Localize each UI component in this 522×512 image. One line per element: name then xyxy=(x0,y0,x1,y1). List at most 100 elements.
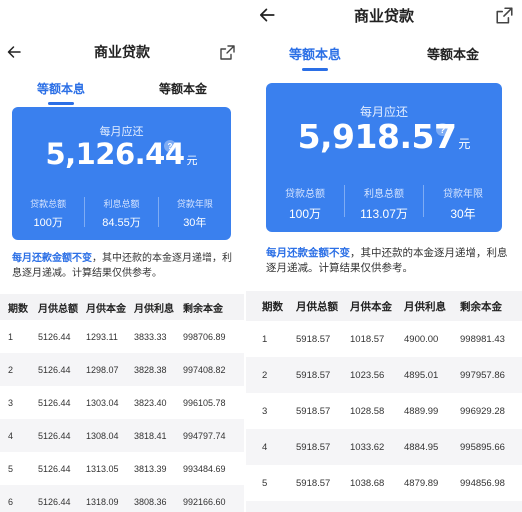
help-icon[interactable]: ? xyxy=(436,123,449,136)
right-screen: 商业贷款 等额本息 等额本金 每月应还 5,918.57 元 ? 贷款总额 10… xyxy=(246,0,522,512)
table-cell: 998706.89 xyxy=(183,331,226,342)
table-cell: 992166.60 xyxy=(183,496,226,507)
table-cell: 4884.95 xyxy=(404,441,439,453)
table-cell: 1308.04 xyxy=(86,430,119,441)
table-cell: 4879.89 xyxy=(404,477,439,489)
stat-label: 贷款年限 xyxy=(443,189,483,200)
back-button[interactable] xyxy=(6,44,22,60)
tab-equal-installment[interactable]: 等额本息 xyxy=(0,80,122,97)
table-cell: 5918.57 xyxy=(296,405,331,417)
table-row: 1 5918.57 1018.57 4900.00 998981.43 xyxy=(246,321,522,357)
monthly-payment-row: 5,126.44 元 xyxy=(12,137,231,171)
arrow-left-icon xyxy=(259,8,275,22)
table-cell: 3 xyxy=(262,405,268,417)
header-cell: 月供总额 xyxy=(296,300,338,313)
share-button[interactable] xyxy=(495,6,514,25)
header-cell: 期数 xyxy=(262,300,283,313)
help-icon[interactable]: ? xyxy=(164,140,176,152)
stat-label: 利息总额 xyxy=(103,199,140,209)
stat-label: 贷款年限 xyxy=(176,199,213,209)
table-cell: 3828.38 xyxy=(134,364,167,375)
table-cell: 3 xyxy=(8,397,14,408)
table-cell: 5 xyxy=(262,477,268,489)
header-cell: 月供利息 xyxy=(134,303,174,315)
table-cell: 1038.68 xyxy=(350,477,385,489)
tab-equal-principal[interactable]: 等额本金 xyxy=(122,80,244,97)
table-cell: 1303.04 xyxy=(86,397,119,408)
loan-stats: 贷款总额 100万 利息总额 113.07万 贷款年限 30年 xyxy=(266,185,502,221)
stat-value: 100万 xyxy=(33,217,63,229)
currency-unit: 元 xyxy=(186,155,198,167)
table-cell: 4900.00 xyxy=(404,333,439,345)
loan-stats: 贷款总额 100万 利息总额 84.55万 贷款年限 30年 xyxy=(12,197,231,229)
table-cell: 3833.33 xyxy=(134,331,167,342)
external-link-icon xyxy=(496,6,513,24)
back-button[interactable] xyxy=(258,6,276,24)
table-cell: 4889.99 xyxy=(404,405,439,417)
stat-value: 100万 xyxy=(288,207,322,221)
table-row-partial xyxy=(246,501,522,512)
table-cell: 5126.44 xyxy=(38,430,71,441)
table-cell: 3813.39 xyxy=(134,463,167,474)
page-title: 商业贷款 xyxy=(353,7,414,25)
table-cell: 4895.01 xyxy=(404,369,439,381)
tab-equal-principal[interactable]: 等额本金 xyxy=(384,44,522,63)
table-cell: 5918.57 xyxy=(296,477,331,489)
repayment-table: 期数 月供总额 月供本金 月供利息 剩余本金 1 5918.57 1018.57… xyxy=(246,291,522,512)
table-row: 4 5126.44 1308.04 3818.41 994797.74 xyxy=(0,419,244,452)
stat-value: 84.55万 xyxy=(102,217,141,229)
table-cell: 5918.57 xyxy=(296,369,331,381)
header-cell: 月供本金 xyxy=(86,303,126,315)
header-cell: 月供本金 xyxy=(350,300,392,313)
table-row: 2 5918.57 1023.56 4895.01 997957.86 xyxy=(246,357,522,393)
table-row: 5 5126.44 1313.05 3813.39 993484.69 xyxy=(0,452,244,485)
table-cell: 5 xyxy=(8,463,14,474)
table-cell: 5126.44 xyxy=(38,364,71,375)
stat-loan-total: 贷款总额 100万 xyxy=(266,185,344,221)
table-cell: 6 xyxy=(8,496,14,507)
arrow-left-icon xyxy=(7,46,21,58)
top-bar: 商业贷款 xyxy=(0,40,244,64)
table-row: 3 5126.44 1303.04 3823.40 996105.78 xyxy=(0,386,244,419)
table-cell: 998981.43 xyxy=(460,333,505,345)
share-button[interactable] xyxy=(219,44,236,61)
table-cell: 3818.41 xyxy=(134,430,167,441)
table-cell: 1018.57 xyxy=(350,333,385,345)
repayment-table: 期数 月供总额 月供本金 月供利息 剩余本金 1 5126.44 1293.11… xyxy=(0,294,244,512)
table-cell: 1313.05 xyxy=(86,463,119,474)
notice-text: 每月还款金额不变，其中还款的本金逐月递增，利息逐月递减。计算结果仅供参考。 xyxy=(266,246,512,276)
stat-value: 113.07万 xyxy=(360,207,408,221)
table-cell: 1298.07 xyxy=(86,364,119,375)
stat-label: 利息总额 xyxy=(364,189,404,200)
notice-highlight: 每月还款金额不变 xyxy=(12,253,92,264)
table-cell: 5126.44 xyxy=(38,463,71,474)
monthly-payment-amount: 5,126.44 xyxy=(45,137,185,171)
table-cell: 2 xyxy=(8,364,14,375)
table-cell: 1 xyxy=(262,333,268,345)
stat-value: 30年 xyxy=(450,207,476,221)
table-cell: 4 xyxy=(8,430,14,441)
header-cell: 剩余本金 xyxy=(460,300,502,313)
table-cell: 2 xyxy=(262,369,268,381)
table-row: 3 5918.57 1028.58 4889.99 996929.28 xyxy=(246,393,522,429)
table-row: 6 5126.44 1318.09 3808.36 992166.60 xyxy=(0,485,244,512)
tab-equal-installment[interactable]: 等额本息 xyxy=(246,44,384,63)
table-cell: 994856.98 xyxy=(460,477,505,489)
summary-card: 每月应还 5,126.44 元 ? 贷款总额 100万 利息总额 84.55万 … xyxy=(12,107,231,240)
header-cell: 期数 xyxy=(8,303,28,315)
notice-highlight: 每月还款金额不变 xyxy=(266,247,350,259)
tab-bar: 等额本息 等额本金 xyxy=(0,80,244,97)
table-row: 2 5126.44 1298.07 3828.38 997408.82 xyxy=(0,353,244,386)
summary-card: 每月应还 5,918.57 元 ? 贷款总额 100万 利息总额 113.07万… xyxy=(266,83,502,232)
monthly-payment-row: 5,918.57 元 xyxy=(266,117,502,156)
table-cell: 3823.40 xyxy=(134,397,167,408)
tab-bar: 等额本息 等额本金 xyxy=(246,44,522,63)
stat-interest-total: 利息总额 84.55万 xyxy=(84,197,157,229)
table-cell: 996929.28 xyxy=(460,405,505,417)
table-cell: 1293.11 xyxy=(86,331,118,342)
table-cell: 1033.62 xyxy=(350,441,385,453)
table-row: 4 5918.57 1033.62 4884.95 995895.66 xyxy=(246,429,522,465)
table-cell: 3808.36 xyxy=(134,496,167,507)
top-bar: 商业贷款 xyxy=(246,2,522,28)
stat-label: 贷款总额 xyxy=(285,189,325,200)
